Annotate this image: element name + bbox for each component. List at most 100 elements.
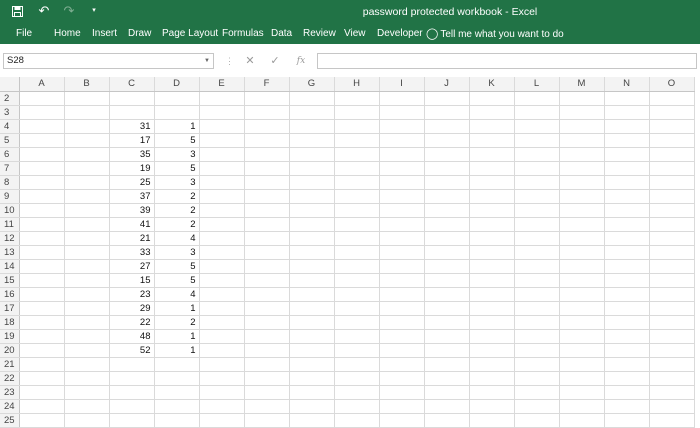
cell-k15[interactable] [469,273,515,288]
cell-n5[interactable] [604,133,650,148]
cell-o21[interactable] [649,357,695,372]
cell-e9[interactable] [199,189,245,204]
cell-m14[interactable] [559,259,605,274]
cell-n2[interactable] [604,91,650,106]
column-header-a[interactable]: A [19,77,65,92]
cell-m7[interactable] [559,161,605,176]
cell-l9[interactable] [514,189,560,204]
cell-m24[interactable] [559,399,605,414]
cell-i20[interactable] [379,343,425,358]
cell-l3[interactable] [514,105,560,120]
column-header-b[interactable]: B [64,77,110,92]
cell-k14[interactable] [469,259,515,274]
cell-o7[interactable] [649,161,695,176]
row-header[interactable]: 9 [0,189,20,204]
cell-g10[interactable] [289,203,335,218]
row-header[interactable]: 4 [0,119,20,134]
cell-j15[interactable] [424,273,470,288]
tab-page-layout[interactable]: Page Layout [162,24,218,44]
cell-h7[interactable] [334,161,380,176]
cell-a17[interactable] [19,301,65,316]
cell-g12[interactable] [289,231,335,246]
cell-l7[interactable] [514,161,560,176]
insert-function-button[interactable]: fx [292,52,310,70]
cell-f17[interactable] [244,301,290,316]
cell-h2[interactable] [334,91,380,106]
cell-k24[interactable] [469,399,515,414]
cell-m18[interactable] [559,315,605,330]
cell-o12[interactable] [649,231,695,246]
cell-d17[interactable]: 1 [154,301,200,316]
cell-c6[interactable]: 35 [109,147,155,162]
cell-c15[interactable]: 15 [109,273,155,288]
cell-j16[interactable] [424,287,470,302]
formula-input[interactable] [317,53,697,69]
row-header[interactable]: 16 [0,287,20,302]
cell-e13[interactable] [199,245,245,260]
cell-h9[interactable] [334,189,380,204]
cell-f6[interactable] [244,147,290,162]
column-header-f[interactable]: F [244,77,290,92]
row-header[interactable]: 22 [0,371,20,386]
cell-c14[interactable]: 27 [109,259,155,274]
cell-f23[interactable] [244,385,290,400]
cell-d3[interactable] [154,105,200,120]
cell-f15[interactable] [244,273,290,288]
cell-n14[interactable] [604,259,650,274]
row-header[interactable]: 13 [0,245,20,260]
row-header[interactable]: 10 [0,203,20,218]
cell-m10[interactable] [559,203,605,218]
row-header[interactable]: 14 [0,259,20,274]
cell-e8[interactable] [199,175,245,190]
row-header[interactable]: 3 [0,105,20,120]
cell-a19[interactable] [19,329,65,344]
cell-d18[interactable]: 2 [154,315,200,330]
cell-o2[interactable] [649,91,695,106]
cell-l12[interactable] [514,231,560,246]
cell-i14[interactable] [379,259,425,274]
cell-b21[interactable] [64,357,110,372]
cell-b14[interactable] [64,259,110,274]
cell-h3[interactable] [334,105,380,120]
cell-f25[interactable] [244,413,290,428]
cell-h14[interactable] [334,259,380,274]
cell-o11[interactable] [649,217,695,232]
cell-l5[interactable] [514,133,560,148]
tab-view[interactable]: View [344,24,366,44]
cell-j19[interactable] [424,329,470,344]
cell-f7[interactable] [244,161,290,176]
cell-g22[interactable] [289,371,335,386]
cell-k23[interactable] [469,385,515,400]
cell-g23[interactable] [289,385,335,400]
cell-m12[interactable] [559,231,605,246]
cell-o15[interactable] [649,273,695,288]
cell-j5[interactable] [424,133,470,148]
cell-j20[interactable] [424,343,470,358]
row-header[interactable]: 11 [0,217,20,232]
cell-k17[interactable] [469,301,515,316]
cell-g20[interactable] [289,343,335,358]
cell-k6[interactable] [469,147,515,162]
cell-m6[interactable] [559,147,605,162]
cell-c10[interactable]: 39 [109,203,155,218]
column-header-j[interactable]: J [424,77,470,92]
cell-a22[interactable] [19,371,65,386]
cell-j2[interactable] [424,91,470,106]
cell-n13[interactable] [604,245,650,260]
cell-e5[interactable] [199,133,245,148]
cell-i23[interactable] [379,385,425,400]
cell-j8[interactable] [424,175,470,190]
cell-o9[interactable] [649,189,695,204]
cell-n16[interactable] [604,287,650,302]
cell-k20[interactable] [469,343,515,358]
cell-j13[interactable] [424,245,470,260]
cell-j22[interactable] [424,371,470,386]
cell-b17[interactable] [64,301,110,316]
cell-i2[interactable] [379,91,425,106]
cell-j6[interactable] [424,147,470,162]
cell-g6[interactable] [289,147,335,162]
row-header[interactable]: 19 [0,329,20,344]
row-header[interactable]: 21 [0,357,20,372]
cell-i12[interactable] [379,231,425,246]
cell-o22[interactable] [649,371,695,386]
